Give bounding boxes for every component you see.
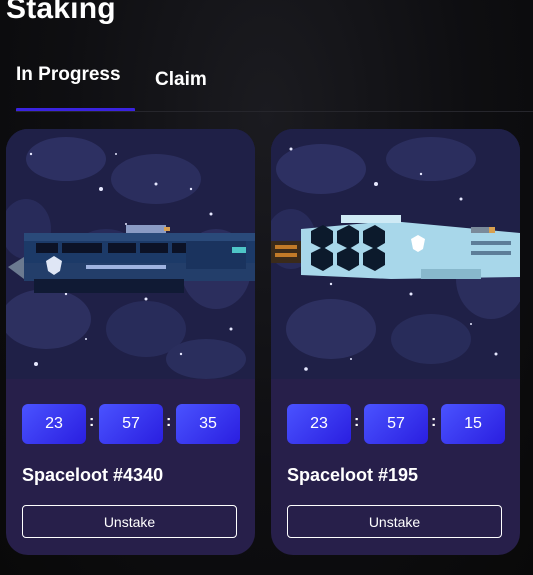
- unstake-button[interactable]: Unstake: [22, 505, 237, 538]
- timer-separator: :: [89, 413, 95, 430]
- nft-image: [6, 129, 255, 379]
- timer-minutes: 57: [99, 404, 163, 444]
- ship-dark-image: [6, 129, 255, 379]
- timer-separator: :: [431, 413, 437, 430]
- nft-image: [271, 129, 520, 379]
- countdown-timer: 23 : 57 : 35: [22, 404, 240, 444]
- nft-card: 23 : 57 : 15 Spaceloot #195 Unstake: [271, 129, 520, 555]
- timer-seconds: 35: [176, 404, 240, 444]
- unstake-button[interactable]: Unstake: [287, 505, 502, 538]
- timer-minutes: 57: [364, 404, 428, 444]
- timer-separator: :: [354, 413, 360, 430]
- page-title: Staking: [6, 0, 116, 25]
- nft-name: Spaceloot #4340: [22, 465, 164, 485]
- ship-light-image: [271, 129, 520, 379]
- tab-in-progress[interactable]: In Progress: [16, 64, 121, 86]
- timer-hours: 23: [22, 404, 86, 444]
- countdown-timer: 23 : 57 : 15: [287, 404, 505, 444]
- nft-card: 23 : 57 : 35 Spaceloot #4340 Unstake: [6, 129, 255, 555]
- timer-seconds: 15: [441, 404, 505, 444]
- nft-name: Spaceloot #195: [287, 465, 419, 485]
- tab-claim[interactable]: Claim: [155, 69, 207, 91]
- timer-separator: :: [166, 413, 172, 430]
- tabs-divider: [16, 111, 533, 112]
- timer-hours: 23: [287, 404, 351, 444]
